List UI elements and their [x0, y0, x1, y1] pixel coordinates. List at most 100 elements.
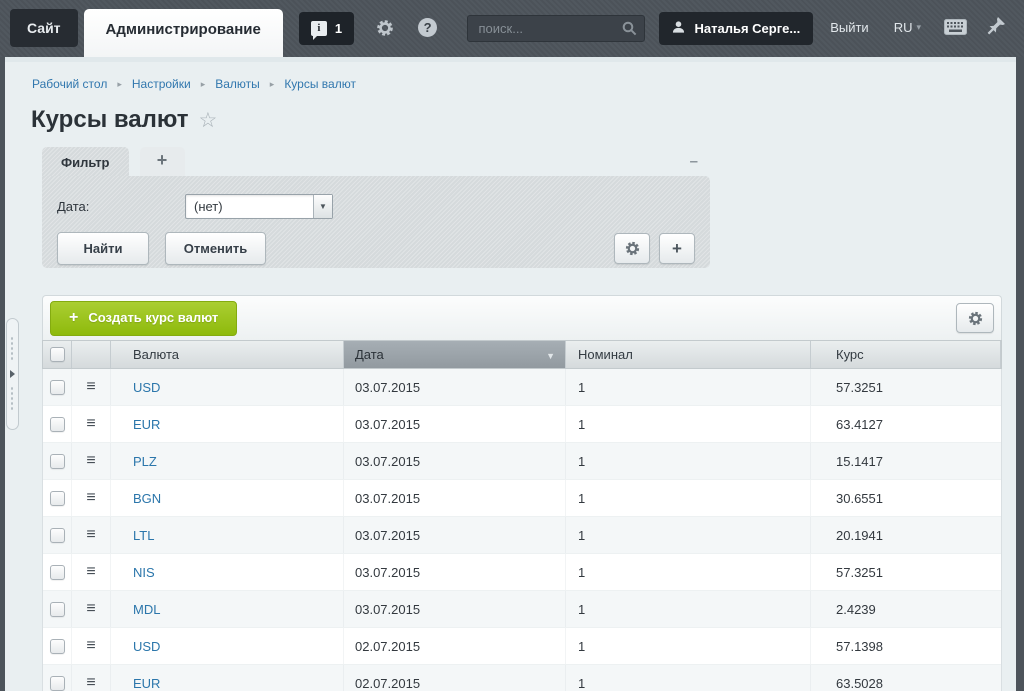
row-checkbox[interactable]: [50, 417, 65, 432]
breadcrumb-item-currencies[interactable]: Валюты: [215, 77, 260, 91]
select-all-checkbox[interactable]: [50, 347, 65, 362]
currency-link[interactable]: MDL: [133, 602, 160, 617]
grip-dots-icon: [10, 386, 15, 412]
header-date-sorted[interactable]: Дата ▼: [344, 341, 566, 368]
rate-cell: 57.1398: [811, 628, 1001, 664]
currency-link[interactable]: BGN: [133, 491, 161, 506]
settings-gear-icon[interactable]: [375, 18, 395, 43]
grid-body: ≡ USD 03.07.2015 1 57.3251 ≡ EUR 03.07.2…: [42, 369, 1002, 691]
header-nominal[interactable]: Номинал: [566, 341, 811, 368]
filter-panel: Дата: (нет) ▼ Найти Отменить +: [42, 176, 710, 268]
rate-cell: 63.4127: [811, 406, 1001, 442]
add-filter-tab-button[interactable]: +: [140, 147, 185, 176]
find-button[interactable]: Найти: [57, 232, 149, 265]
breadcrumb-separator-icon: ▸: [117, 79, 122, 90]
filter-add-field-button[interactable]: +: [659, 233, 695, 264]
date-cell: 02.07.2015: [344, 628, 566, 664]
row-checkbox[interactable]: [50, 454, 65, 469]
rate-cell: 57.3251: [811, 554, 1001, 590]
table-row: ≡ NIS 03.07.2015 1 57.3251: [43, 554, 1001, 591]
notification-count: 1: [335, 21, 342, 36]
grid-settings-button[interactable]: [956, 303, 994, 333]
header-currency[interactable]: Валюта: [111, 341, 344, 368]
logout-link[interactable]: Выйти: [830, 20, 869, 35]
row-menu-icon[interactable]: ≡: [72, 591, 111, 627]
user-menu-button[interactable]: Наталья Серге...: [659, 12, 813, 45]
create-rate-button[interactable]: + Создать курс валют: [50, 301, 237, 336]
currency-link[interactable]: USD: [133, 639, 160, 654]
nominal-cell: 1: [566, 665, 811, 691]
search-input[interactable]: [467, 15, 645, 42]
date-filter-value: (нет): [186, 195, 313, 218]
table-row: ≡ USD 03.07.2015 1 57.3251: [43, 369, 1001, 406]
nominal-cell: 1: [566, 591, 811, 627]
filter-settings-button[interactable]: [614, 233, 650, 264]
search-icon[interactable]: [622, 21, 637, 41]
row-checkbox[interactable]: [50, 528, 65, 543]
row-checkbox[interactable]: [50, 380, 65, 395]
date-cell: 03.07.2015: [344, 443, 566, 479]
info-bubble-icon: i: [311, 21, 327, 36]
row-checkbox[interactable]: [50, 491, 65, 506]
tab-site[interactable]: Сайт: [10, 9, 78, 47]
row-menu-icon[interactable]: ≡: [72, 628, 111, 664]
row-menu-icon[interactable]: ≡: [72, 665, 111, 691]
nominal-cell: 1: [566, 554, 811, 590]
keyboard-icon[interactable]: [944, 19, 967, 40]
rate-cell: 63.5028: [811, 665, 1001, 691]
rate-cell: 57.3251: [811, 369, 1001, 405]
sort-desc-icon: ▼: [546, 351, 555, 361]
rate-cell: 20.1941: [811, 517, 1001, 553]
favorite-star-icon[interactable]: ☆: [199, 108, 218, 133]
rate-cell: 2.4239: [811, 591, 1001, 627]
date-filter-select[interactable]: (нет) ▼: [185, 194, 333, 219]
currency-link[interactable]: NIS: [133, 565, 155, 580]
language-selector[interactable]: RU ▾: [894, 20, 921, 35]
pin-icon[interactable]: [986, 16, 1006, 42]
breadcrumb-item-settings[interactable]: Настройки: [132, 77, 191, 91]
row-menu-icon[interactable]: ≡: [72, 517, 111, 553]
breadcrumb-separator-icon: ▸: [201, 79, 206, 90]
row-checkbox[interactable]: [50, 565, 65, 580]
date-cell: 03.07.2015: [344, 591, 566, 627]
row-menu-icon[interactable]: ≡: [72, 369, 111, 405]
table-row: ≡ PLZ 03.07.2015 1 15.1417: [43, 443, 1001, 480]
rates-grid: + Создать курс валют Валюта Дата ▼ Номин…: [42, 295, 1002, 691]
rate-cell: 15.1417: [811, 443, 1001, 479]
notifications-button[interactable]: i 1: [299, 12, 354, 45]
filter-collapse-button[interactable]: –: [690, 153, 698, 170]
currency-link[interactable]: USD: [133, 380, 160, 395]
filter-tab[interactable]: Фильтр: [42, 147, 129, 176]
date-cell: 03.07.2015: [344, 369, 566, 405]
currency-link[interactable]: EUR: [133, 676, 160, 691]
date-cell: 03.07.2015: [344, 480, 566, 516]
breadcrumb-separator-icon: ▸: [270, 79, 275, 90]
nominal-cell: 1: [566, 628, 811, 664]
table-row: ≡ LTL 03.07.2015 1 20.1941: [43, 517, 1001, 554]
topbar-search: [467, 15, 645, 42]
table-row: ≡ BGN 03.07.2015 1 30.6551: [43, 480, 1001, 517]
row-menu-icon[interactable]: ≡: [72, 443, 111, 479]
row-checkbox[interactable]: [50, 676, 65, 691]
breadcrumb-item-desktop[interactable]: Рабочий стол: [32, 77, 107, 91]
breadcrumb-item-rates[interactable]: Курсы валют: [284, 77, 356, 91]
topbar: Сайт Администрирование i 1 ? Наталья Сер…: [0, 0, 1024, 57]
select-arrow-icon[interactable]: ▼: [313, 195, 332, 218]
currency-link[interactable]: PLZ: [133, 454, 157, 469]
help-icon[interactable]: ?: [418, 18, 437, 37]
cancel-button[interactable]: Отменить: [165, 232, 266, 265]
nominal-cell: 1: [566, 443, 811, 479]
sidebar-expand-toggle[interactable]: [6, 318, 19, 430]
row-menu-icon[interactable]: ≡: [72, 480, 111, 516]
row-checkbox[interactable]: [50, 639, 65, 654]
row-menu-icon[interactable]: ≡: [72, 554, 111, 590]
currency-link[interactable]: LTL: [133, 528, 154, 543]
row-menu-header-cell: [72, 341, 111, 368]
tab-administration[interactable]: Администрирование: [84, 9, 283, 57]
currency-link[interactable]: EUR: [133, 417, 160, 432]
table-row: ≡ EUR 03.07.2015 1 63.4127: [43, 406, 1001, 443]
row-checkbox[interactable]: [50, 602, 65, 617]
header-rate[interactable]: Курс: [811, 341, 1001, 368]
date-cell: 03.07.2015: [344, 554, 566, 590]
row-menu-icon[interactable]: ≡: [72, 406, 111, 442]
